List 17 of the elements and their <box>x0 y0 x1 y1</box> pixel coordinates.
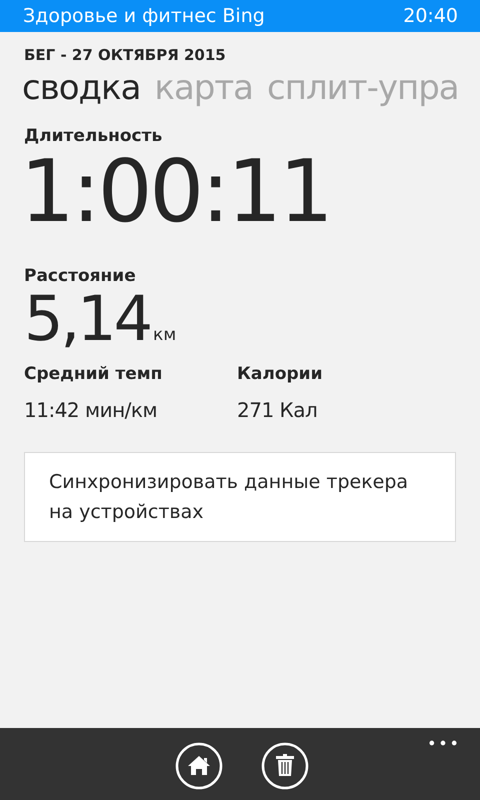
app-name: Здоровье и фитнес Bing <box>23 5 265 27</box>
more-icon[interactable] <box>429 740 457 746</box>
delete-button[interactable] <box>261 742 309 790</box>
pivot-tab[interactable]: сводка <box>22 68 140 108</box>
duration-value: 1:00:11 <box>20 148 332 236</box>
stat-label: Калории <box>237 364 324 384</box>
sync-button[interactable]: Синхронизировать данные трекера на устройствах <box>24 452 456 542</box>
page-header: БЕГ - 27 ОКТЯБРЯ 2015 <box>24 46 227 64</box>
stat-label: Средний темп <box>24 364 164 384</box>
distance-label: Расстояние <box>24 266 137 286</box>
distance-unit: км <box>153 325 176 345</box>
stat-value: 11:42 мин/км <box>24 398 158 422</box>
home-button[interactable] <box>175 742 223 790</box>
clock-time: 20:40 <box>403 5 458 27</box>
distance-value: 5,14 <box>24 286 150 352</box>
duration-label: Длительность <box>24 126 164 146</box>
stat-value: 271 Кал <box>237 398 318 422</box>
